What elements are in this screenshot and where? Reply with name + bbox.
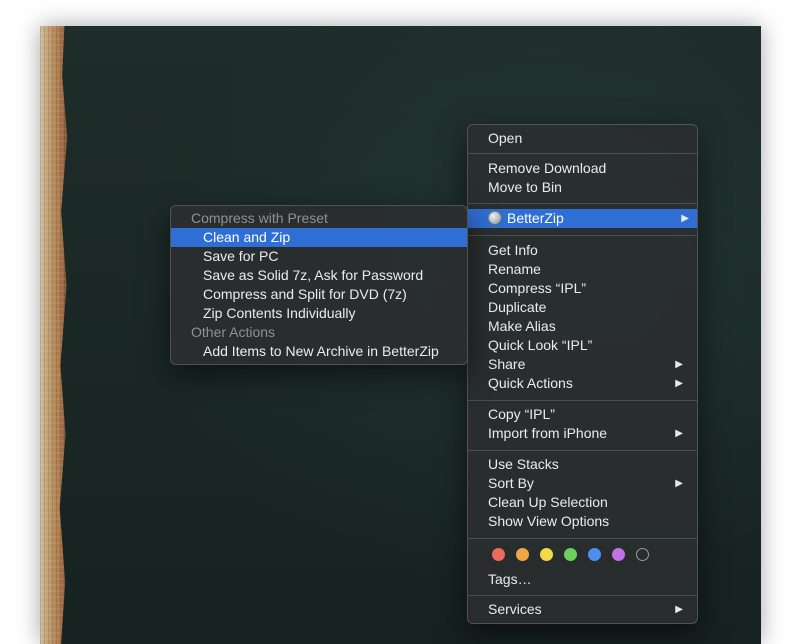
menu-item-duplicate[interactable]: Duplicate — [474, 298, 691, 317]
menu-separator — [468, 235, 697, 236]
menu-item-use-stacks[interactable]: Use Stacks — [474, 455, 691, 474]
tag-orange-dot[interactable] — [516, 548, 529, 561]
menu-item-quick-actions[interactable]: Quick Actions ▶ — [474, 374, 691, 393]
menu-item-sort-by[interactable]: Sort By ▶ — [474, 474, 691, 493]
submenu-item-save-for-pc[interactable]: Save for PC — [171, 247, 467, 266]
tag-yellow-dot[interactable] — [540, 548, 553, 561]
submenu-header-preset: Compress with Preset — [191, 210, 328, 226]
menu-item-clean-up-selection[interactable]: Clean Up Selection — [474, 493, 691, 512]
menu-item-betterzip[interactable]: BetterZip ▶ — [468, 209, 697, 228]
submenu-item-save-solid-7z[interactable]: Save as Solid 7z, Ask for Password — [171, 266, 467, 285]
submenu-header-other-actions: Other Actions — [191, 324, 276, 340]
menu-item-quick-look[interactable]: Quick Look “IPL” — [474, 336, 691, 355]
menu-separator — [468, 595, 697, 596]
submenu-item-add-to-archive[interactable]: Add Items to New Archive in BetterZip — [171, 342, 467, 361]
betterzip-submenu: Compress with Preset Clean and Zip Save … — [170, 205, 468, 365]
submenu-arrow-icon: ▶ — [681, 213, 689, 224]
menu-item-make-alias[interactable]: Make Alias — [474, 317, 691, 336]
menu-separator — [468, 450, 697, 451]
menu-item-rename[interactable]: Rename — [474, 260, 691, 279]
menu-item-compress[interactable]: Compress “IPL” — [474, 279, 691, 298]
submenu-arrow-icon: ▶ — [675, 428, 683, 439]
tag-none-dot[interactable] — [636, 548, 649, 561]
tag-red-dot[interactable] — [492, 548, 505, 561]
menu-item-import-iphone[interactable]: Import from iPhone ▶ — [474, 424, 691, 443]
menu-item-move-to-bin[interactable]: Move to Bin — [474, 178, 691, 197]
submenu-arrow-icon: ▶ — [675, 378, 683, 389]
submenu-arrow-icon: ▶ — [675, 478, 683, 489]
menu-separator — [468, 203, 697, 204]
shoreline-texture — [40, 26, 68, 644]
tag-blue-dot[interactable] — [588, 548, 601, 561]
menu-item-show-view-options[interactable]: Show View Options — [474, 512, 691, 531]
submenu-arrow-icon: ▶ — [675, 359, 683, 370]
menu-item-open[interactable]: Open — [474, 129, 691, 148]
submenu-item-zip-individually[interactable]: Zip Contents Individually — [171, 304, 467, 323]
menu-item-copy[interactable]: Copy “IPL” — [474, 405, 691, 424]
menu-separator — [468, 538, 697, 539]
submenu-arrow-icon: ▶ — [675, 604, 683, 615]
betterzip-icon — [488, 211, 502, 225]
menu-item-share[interactable]: Share ▶ — [474, 355, 691, 374]
menu-item-tags[interactable]: Tags… — [474, 570, 691, 589]
menu-separator — [468, 400, 697, 401]
submenu-item-split-dvd[interactable]: Compress and Split for DVD (7z) — [171, 285, 467, 304]
submenu-item-clean-and-zip[interactable]: Clean and Zip — [171, 228, 467, 247]
tag-purple-dot[interactable] — [612, 548, 625, 561]
finder-context-menu: Open Remove Download Move to Bin BetterZ… — [467, 124, 698, 624]
menu-item-get-info[interactable]: Get Info — [474, 241, 691, 260]
tag-green-dot[interactable] — [564, 548, 577, 561]
menu-item-services[interactable]: Services ▶ — [474, 600, 691, 619]
menu-item-remove-download[interactable]: Remove Download — [474, 159, 691, 178]
menu-separator — [468, 153, 697, 154]
